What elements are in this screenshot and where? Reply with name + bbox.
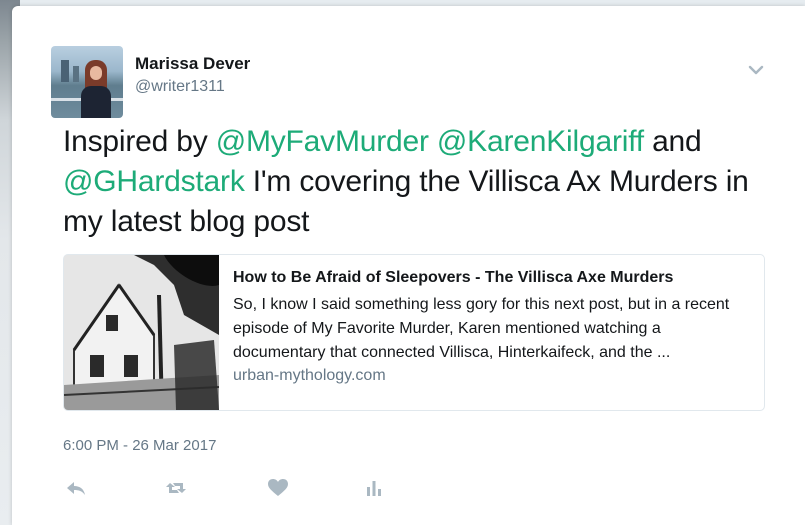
- mention-myfavmurder[interactable]: @MyFavMurder: [216, 125, 429, 158]
- avatar-background-building-2: [73, 66, 79, 82]
- heart-icon[interactable]: [264, 474, 292, 502]
- tweet-text-segment: Inspired by: [63, 125, 216, 158]
- tweet-text: Inspired by @MyFavMurder @KarenKilgariff…: [63, 122, 763, 242]
- tweet-text-segment: and: [643, 125, 702, 158]
- retweet-icon[interactable]: [162, 474, 190, 502]
- avatar-background-building: [61, 60, 69, 82]
- author-name[interactable]: Marissa Dever: [135, 54, 250, 74]
- analytics-icon[interactable]: [360, 474, 388, 502]
- author-handle[interactable]: @writer1311: [135, 78, 225, 96]
- link-preview-body: How to Be Afraid of Sleepovers - The Vil…: [233, 269, 753, 385]
- chevron-down-icon[interactable]: [746, 62, 766, 78]
- avatar-face: [90, 66, 102, 80]
- tweet-timestamp[interactable]: 6:00 PM - 26 Mar 2017: [63, 437, 216, 454]
- tweet-actions: [60, 474, 480, 502]
- reply-icon[interactable]: [62, 474, 90, 502]
- avatar[interactable]: [51, 46, 123, 118]
- link-title[interactable]: How to Be Afraid of Sleepovers - The Vil…: [233, 269, 753, 287]
- avatar-body: [81, 86, 111, 118]
- link-domain[interactable]: urban-mythology.com: [233, 367, 753, 385]
- mention-karenkilgariff[interactable]: @KarenKilgariff: [437, 125, 644, 158]
- link-preview-card[interactable]: How to Be Afraid of Sleepovers - The Vil…: [63, 254, 765, 411]
- mention-ghardstark[interactable]: @GHardstark: [63, 165, 245, 198]
- link-description: So, I know I said something less gory fo…: [233, 296, 730, 361]
- tweet-text-segment: [429, 125, 437, 158]
- link-thumbnail: [64, 255, 219, 410]
